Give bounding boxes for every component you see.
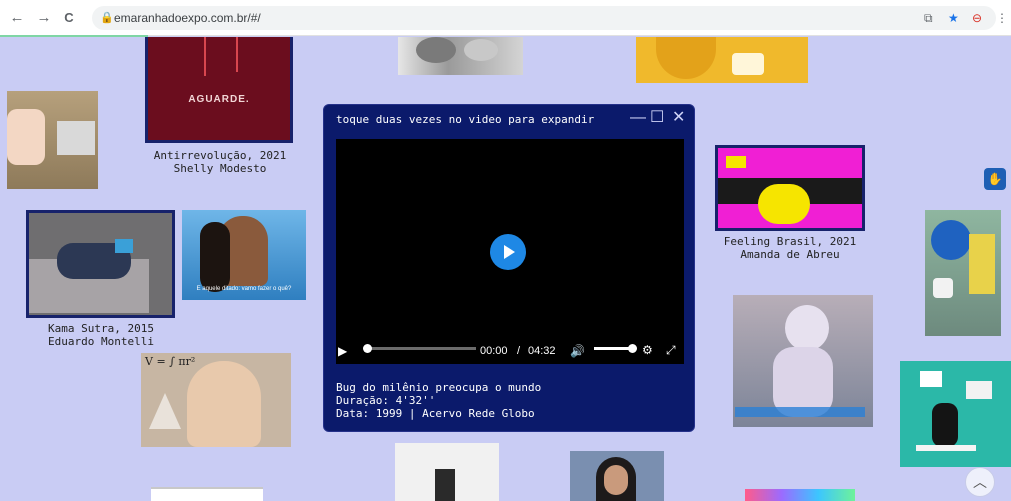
hair-shape [200,222,230,292]
artwork-speech[interactable]: E aquele ditado: vamo fazer o quê? [182,210,306,300]
artwork-kama-sutra[interactable] [26,210,175,318]
dog-shape [656,37,716,79]
caption-antirrevolucao: Antirrevolução, 2021 Shelly Modesto [140,149,300,175]
character-shape [7,109,45,165]
artwork-surfer[interactable] [900,361,1011,467]
flag-yellow [969,234,995,294]
scroll-top-icon[interactable]: ︿ [965,467,995,497]
star-icon[interactable]: ★ [948,11,959,25]
artwork-title: Feeling Brasil, 2021 [723,235,857,248]
video-date: Data: 1999 | Acervo Rede Globo [336,407,535,420]
extension-icon-2[interactable]: ⊖ [972,11,982,25]
artwork-feeling-brasil[interactable] [715,145,865,231]
artwork-office-cartoon[interactable] [7,91,98,189]
forward-icon[interactable]: → [35,9,53,27]
artwork-this-is-fine[interactable] [636,37,808,83]
artwork-rainbow[interactable] [745,489,855,501]
video-duration: Duração: 4'32'' [336,394,436,407]
artwork-alien[interactable] [733,295,873,427]
artwork-title: Kama Sutra, 2015 [48,322,154,335]
seek-bar[interactable] [363,344,476,353]
settings-icon[interactable]: ⚙ [642,343,653,357]
face-shape [604,465,628,495]
artwork-presenter[interactable] [570,451,664,501]
alien-head [785,305,829,351]
aguarde-text: AGUARDE. [188,94,250,105]
seek-handle[interactable] [363,344,372,353]
cube-shape [920,371,942,387]
dog-shape [933,278,953,298]
play-big-icon[interactable] [490,234,526,270]
artwork-cats[interactable] [398,37,523,75]
artwork-artist: Amanda de Abreu [740,248,840,261]
surfer-shape [932,403,958,447]
back-icon[interactable]: ← [8,9,26,27]
surfboard-shape [916,445,976,451]
cat-shape [416,37,456,63]
red-line [236,37,238,72]
figure-shape [435,469,455,501]
url-text[interactable]: emaranhadoexpo.com.br/#/ [114,11,261,25]
cube-shape [966,381,992,399]
caption-feeling-brasil: Feeling Brasil, 2021 Amanda de Abreu [705,235,875,261]
speech-caption: E aquele ditado: vamo fazer o quê? [196,286,292,292]
address-bar[interactable]: 🔒 emaranhadoexpo.com.br/#/ [92,6,996,30]
modal-title: toque duas vezes no video para expandir [336,113,595,126]
artwork-antirrevolucao[interactable]: AGUARDE. [145,37,293,143]
mug-shape [732,53,764,75]
play-icon[interactable]: ▶ [338,344,347,358]
laptop-shape [115,239,133,253]
close-icon[interactable]: ✕ [672,109,685,127]
volume-handle[interactable] [628,344,637,353]
video-player[interactable]: ▶ 00:00 / 04:32 🔊 ⚙ ⤢ [336,139,684,364]
face-shape [187,361,261,447]
volume-slider[interactable] [594,344,637,353]
minimize-icon[interactable]: — [630,109,646,127]
gallery-canvas: AGUARDE. Antirrevolução, 2021 Shelly Mod… [0,37,1011,501]
computer-shape [57,121,95,155]
character-shape [758,184,810,224]
fullscreen-icon[interactable]: ⤢ [666,343,676,357]
caption-kama-sutra: Kama Sutra, 2015 Eduardo Montelli [16,322,186,348]
artwork-brazil-flag[interactable] [925,210,1001,336]
menu-icon[interactable]: ⋮ [996,11,1008,25]
flag-globe [931,220,971,260]
time-total: 04:32 [528,345,556,357]
glitch-text-band [735,407,865,417]
time-separator: / [517,345,521,357]
cat-shape [464,39,498,61]
artwork-math-lady[interactable]: V = ∫ πr² [141,353,291,447]
artwork-document[interactable] [151,487,263,501]
reload-icon[interactable]: C [60,9,78,27]
browser-toolbar: ← → C 🔒 emaranhadoexpo.com.br/#/ ⧉ ★ ⊖ ⋮ [0,0,1011,38]
video-modal: toque duas vezes no video para expandir … [323,104,695,432]
time-current: 00:00 [480,345,508,357]
video-title: Bug do milênio preocupa o mundo [336,381,542,394]
cone-shape [149,393,181,429]
glitch-block [726,156,746,168]
maximize-icon[interactable]: ☐ [650,109,664,127]
artwork-artist: Eduardo Montelli [48,335,154,348]
math-formula: V = ∫ πr² [145,355,196,368]
video-controls: ▶ 00:00 / 04:32 🔊 ⚙ ⤢ [336,339,684,363]
red-line [204,37,206,76]
volume-icon[interactable]: 🔊 [570,344,585,358]
extension-icon[interactable]: ⧉ [924,11,933,26]
artwork-white-room[interactable] [395,443,499,501]
artwork-title: Antirrevolução, 2021 [153,149,287,162]
accessibility-hand-icon[interactable]: ✋ [984,168,1006,190]
artwork-artist: Shelly Modesto [173,162,267,175]
video-info: Bug do milênio preocupa o mundo Duração:… [336,381,541,420]
lock-icon: 🔒 [100,12,114,24]
